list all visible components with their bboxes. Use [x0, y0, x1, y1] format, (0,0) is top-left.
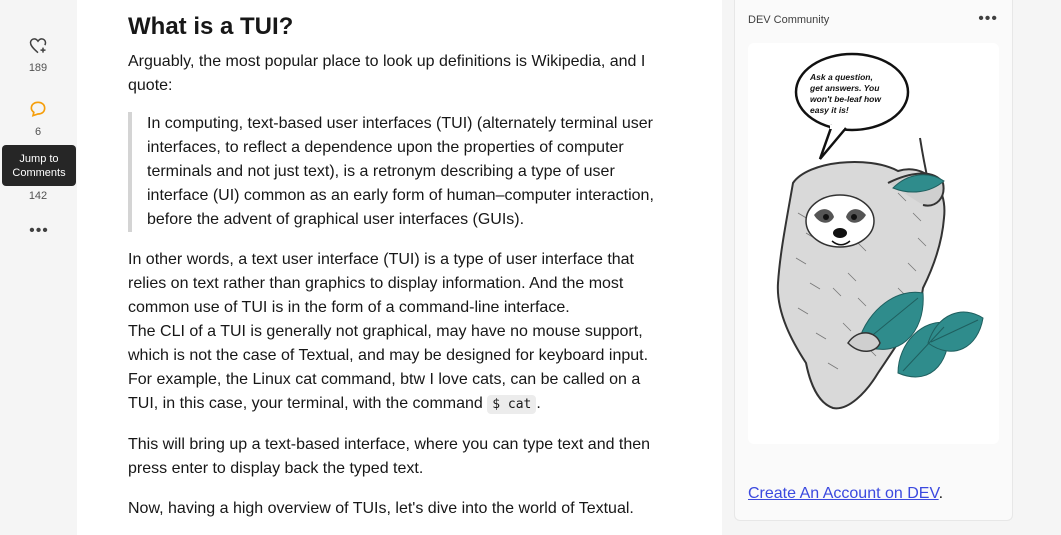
bubble-line-2: get answers. You	[809, 83, 880, 93]
jump-to-comments-tooltip: Jump to Comments	[2, 145, 76, 186]
saves-count: 142	[28, 190, 48, 202]
bubble-line-1: Ask a question,	[809, 72, 873, 82]
comments-count: 6	[34, 126, 42, 138]
paragraph-other-words: In other words, a text user interface (T…	[128, 251, 634, 316]
sidebar-community-card: DEV Community ••• Ask a question, get an…	[734, 0, 1013, 521]
heart-plus-icon	[29, 38, 47, 54]
create-account-cta: Create An Account on DEV.	[748, 485, 943, 503]
reaction-rail: 189 6 Jump to Comments 142 •••	[0, 0, 76, 535]
paragraph-cli-end: .	[536, 395, 541, 412]
article-body: What is a TUI? Arguably, the most popula…	[77, 0, 722, 535]
inline-code-cat: $ cat	[487, 395, 537, 414]
save-button[interactable]: 142	[0, 190, 76, 202]
like-reaction-button[interactable]: 189	[0, 36, 76, 74]
cta-period: .	[938, 485, 944, 502]
tooltip-line-2: Comments	[12, 167, 66, 179]
community-name: DEV Community	[748, 14, 830, 26]
section-heading: What is a TUI?	[128, 13, 294, 40]
comments-button[interactable]: 6	[0, 99, 76, 138]
create-account-link[interactable]: Create An Account on DEV	[748, 485, 939, 502]
tooltip-line-1: Jump to	[19, 153, 59, 165]
intro-paragraph: Arguably, the most popular place to look…	[128, 53, 646, 94]
paragraph-cli-text: The CLI of a TUI is generally not graphi…	[128, 323, 649, 412]
card-options-icon[interactable]: •••	[978, 10, 998, 28]
sloth-illustration: Ask a question, get answers. You won't b…	[748, 43, 999, 444]
sloth-picture: Ask a question, get answers. You won't b…	[776, 52, 984, 410]
more-options-icon[interactable]: •••	[29, 223, 49, 244]
paragraph-dive-textual: Now, having a high overview of TUIs, let…	[128, 500, 634, 517]
likes-count: 189	[28, 62, 48, 74]
paragraph-text-interface: This will bring up a text-based interfac…	[128, 436, 651, 477]
comment-bubble-icon	[30, 101, 46, 117]
paragraph-cli: The CLI of a TUI is generally not graphi…	[128, 320, 668, 417]
quote-text: In computing, text-based user interfaces…	[147, 115, 654, 228]
bubble-line-4: easy it is!	[810, 105, 849, 115]
wikipedia-quote: In computing, text-based user interfaces…	[128, 112, 668, 232]
bubble-line-3: won't be-leaf how	[810, 94, 882, 104]
